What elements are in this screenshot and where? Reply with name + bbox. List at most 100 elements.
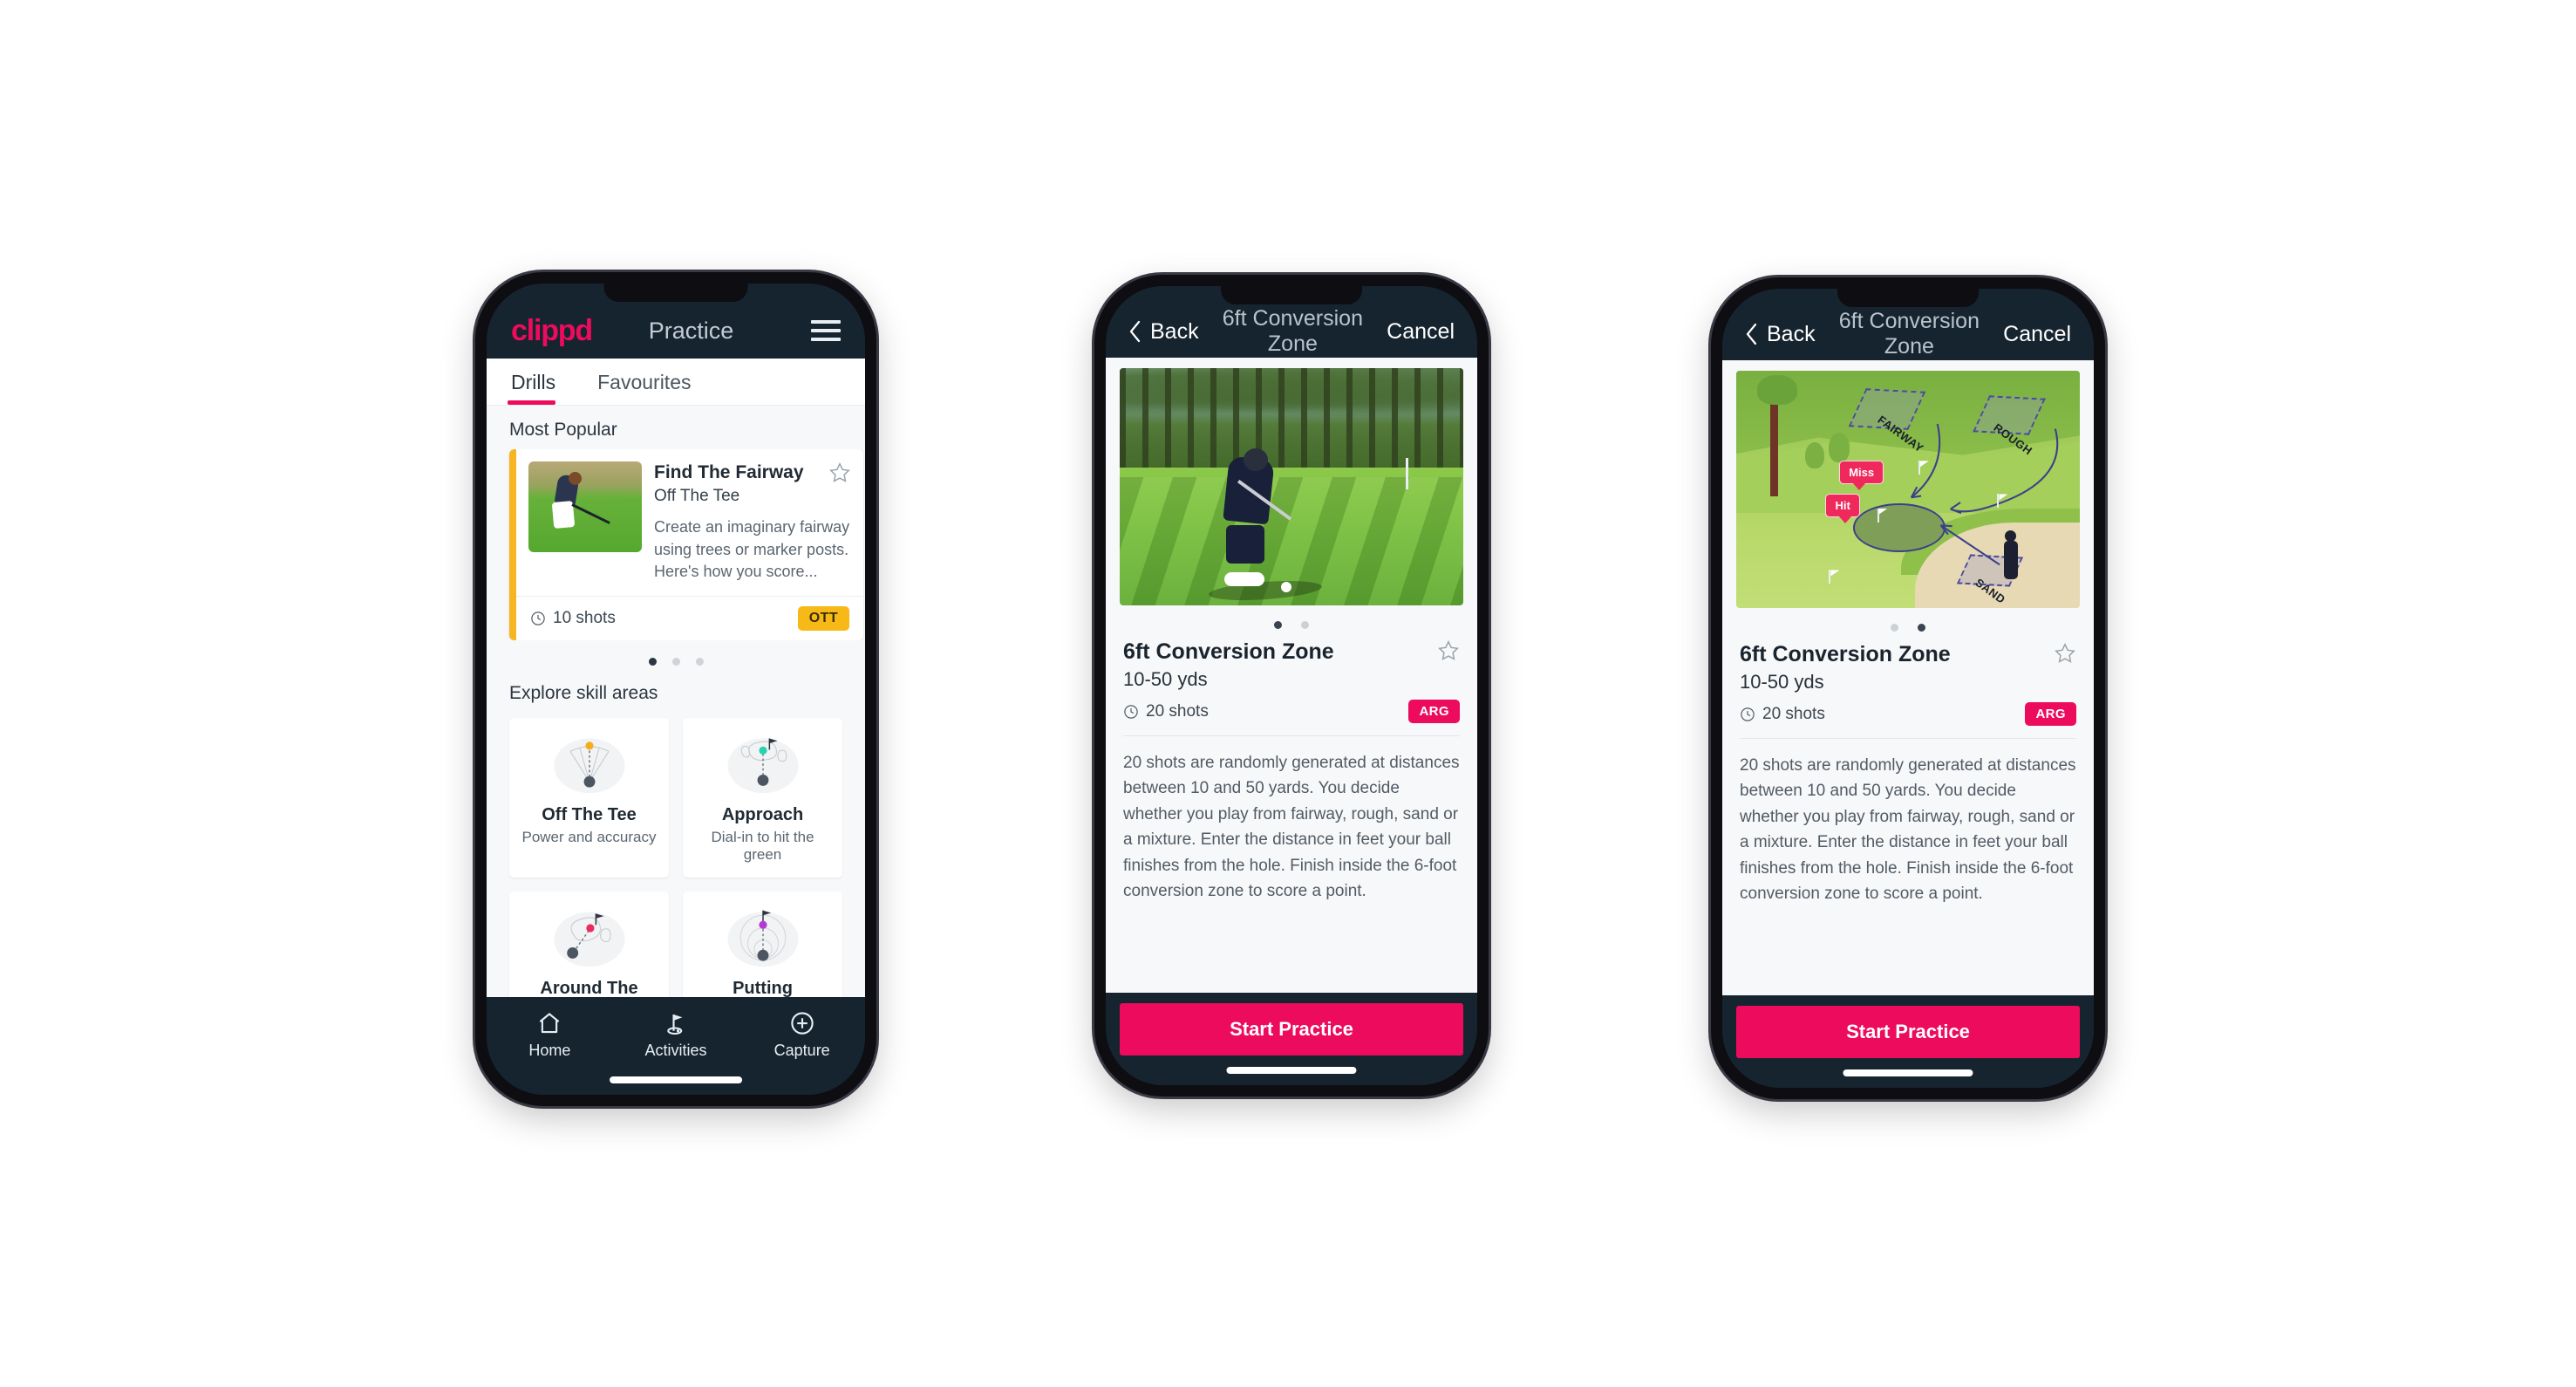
skill-name: Approach: [721, 804, 804, 824]
cancel-button[interactable]: Cancel: [1387, 319, 1455, 345]
skill-card-off-the-tee[interactable]: Off The Tee Power and accuracy: [509, 717, 669, 878]
skill-card-putting[interactable]: Putting Make and lag practice: [683, 891, 842, 997]
content-scroll[interactable]: Most Popular Find The Fairway Off The Te…: [487, 406, 865, 997]
phone-drill-detail-photo: Back 6ft Conversion Zone Cancel 6ft Conv…: [1094, 275, 1489, 1097]
phone-practice-list: clippd Practice Drills Favourites Most P…: [475, 272, 876, 1106]
media-dots: [1722, 608, 2094, 637]
flag-icon: [1829, 570, 1831, 584]
off-the-tee-icon: [518, 730, 660, 798]
detail-shots: 20 shots: [1123, 702, 1209, 721]
home-icon: [487, 1009, 613, 1037]
detail-shots: 20 shots: [1740, 705, 1825, 724]
detail-skill-chip: ARG: [2025, 702, 2076, 726]
shot-path-arrows: [1910, 423, 2059, 566]
detail-nav-title: 6ft Conversion Zone: [1838, 309, 1980, 359]
carousel-dots: [487, 640, 865, 669]
screenshot-canvas: clippd Practice Drills Favourites Most P…: [0, 0, 2576, 1387]
detail-shots-label: 20 shots: [1146, 701, 1209, 721]
hamburger-icon[interactable]: [811, 320, 841, 341]
media-dot[interactable]: [1891, 624, 1898, 632]
drill-hero-illustration[interactable]: FAIRWAY ROUGH SAND Miss Hit: [1736, 371, 2080, 608]
detail-title: 6ft Conversion Zone: [1740, 642, 1951, 666]
detail-nav-title: 6ft Conversion Zone: [1222, 306, 1363, 356]
phone-notch: [1837, 289, 1979, 307]
start-practice-button[interactable]: Start Practice: [1736, 1006, 2080, 1058]
detail-shots-label: 20 shots: [1762, 704, 1825, 723]
drill-subtitle: Off The Tee: [654, 487, 740, 506]
back-label: Back: [1150, 318, 1199, 344]
skill-name: Putting: [733, 978, 793, 997]
phone-drill-detail-illustration: Back 6ft Conversion Zone Cancel FAIRWAY …: [1711, 277, 2105, 1099]
media-dot[interactable]: [1301, 621, 1309, 629]
callout-hit: Hit: [1825, 494, 1860, 524]
drill-title: Find The Fairway: [654, 462, 804, 482]
cancel-button[interactable]: Cancel: [2003, 322, 2071, 347]
plus-circle-icon: [739, 1009, 865, 1037]
detail-yardage: 10-50 yds: [1740, 671, 1824, 693]
home-indicator: [1226, 1067, 1357, 1074]
detail-content: 6ft Conversion Zone 10-50 yds 20 shots A…: [1106, 358, 1477, 993]
chevron-left-icon: [1746, 323, 1757, 345]
drill-shots-label: 10 shots: [553, 608, 616, 627]
start-practice-button[interactable]: Start Practice: [1120, 1003, 1463, 1056]
page-title: Practice: [648, 317, 734, 344]
explore-skill-areas-heading: Explore skill areas: [509, 682, 658, 703]
skill-name: Off The Tee: [542, 804, 637, 824]
drill-card[interactable]: Find The Fairway Off The Tee Create an i…: [509, 449, 863, 640]
nav-label: Home: [528, 1042, 571, 1059]
detail-yardage: 10-50 yds: [1123, 668, 1208, 690]
nav-item-capture[interactable]: Capture: [739, 1009, 865, 1060]
skill-areas-grid: Off The Tee Power and accuracy Approach …: [487, 713, 865, 997]
clock-icon: [1124, 704, 1138, 719]
clock-icon: [1741, 707, 1755, 721]
media-dot[interactable]: [1274, 621, 1282, 629]
golf-flag-icon: [613, 1009, 739, 1037]
most-popular-heading: Most Popular: [509, 420, 617, 440]
back-label: Back: [1767, 321, 1816, 346]
skill-name: Around The Green: [540, 978, 638, 997]
nav-label: Activities: [644, 1042, 707, 1059]
back-button[interactable]: Back: [1128, 319, 1199, 345]
media-dots: [1106, 605, 1477, 634]
detail-title: 6ft Conversion Zone: [1123, 639, 1334, 664]
star-outline-icon[interactable]: [828, 461, 851, 484]
skill-desc: Dial-in to hit the green: [711, 828, 814, 863]
flag-icon: [1877, 508, 1879, 523]
detail-skill-chip: ARG: [1408, 700, 1460, 723]
phone-notch: [603, 284, 748, 302]
callout-miss: Miss: [1839, 461, 1884, 491]
flag-icon: [1918, 461, 1920, 475]
flag-icon: [1997, 494, 2000, 509]
nav-item-activities[interactable]: Activities: [613, 1009, 739, 1060]
home-indicator: [610, 1076, 742, 1083]
drill-hero-photo[interactable]: [1120, 368, 1463, 605]
putting-icon: [692, 904, 834, 972]
phone-notch: [1221, 286, 1362, 304]
carousel-dot[interactable]: [648, 657, 657, 666]
tab-favourites[interactable]: Favourites: [594, 359, 705, 405]
nav-item-home[interactable]: Home: [487, 1009, 613, 1060]
clock-icon: [531, 612, 545, 625]
detail-content: FAIRWAY ROUGH SAND Miss Hit 6ft Conversi…: [1722, 360, 2094, 995]
carousel-dot[interactable]: [671, 657, 680, 666]
skill-desc: Power and accuracy: [521, 828, 657, 845]
skill-card-around-the-green[interactable]: Around The Green Hone your short game: [509, 891, 669, 997]
drill-carousel[interactable]: Find The Fairway Off The Tee Create an i…: [487, 449, 865, 640]
chevron-left-icon: [1129, 320, 1141, 343]
drill-description: Create an imaginary fairway using trees …: [654, 518, 850, 581]
golfer-figure: [2004, 530, 2019, 580]
star-outline-icon[interactable]: [2054, 642, 2076, 665]
tab-drills[interactable]: Drills: [508, 359, 569, 405]
detail-description: 20 shots are randomly generated at dista…: [1740, 756, 2076, 904]
drill-thumbnail: [528, 461, 642, 552]
drill-skill-chip: OTT: [797, 605, 849, 631]
nav-label: Capture: [773, 1042, 830, 1059]
approach-icon: [692, 730, 834, 798]
media-dot[interactable]: [1918, 624, 1925, 632]
skill-card-approach[interactable]: Approach Dial-in to hit the green: [683, 717, 842, 878]
carousel-dot[interactable]: [695, 657, 704, 666]
tab-bar: Drills Favourites: [487, 359, 865, 406]
back-button[interactable]: Back: [1745, 322, 1816, 347]
star-outline-icon[interactable]: [1437, 639, 1460, 662]
home-indicator: [1843, 1069, 1973, 1076]
